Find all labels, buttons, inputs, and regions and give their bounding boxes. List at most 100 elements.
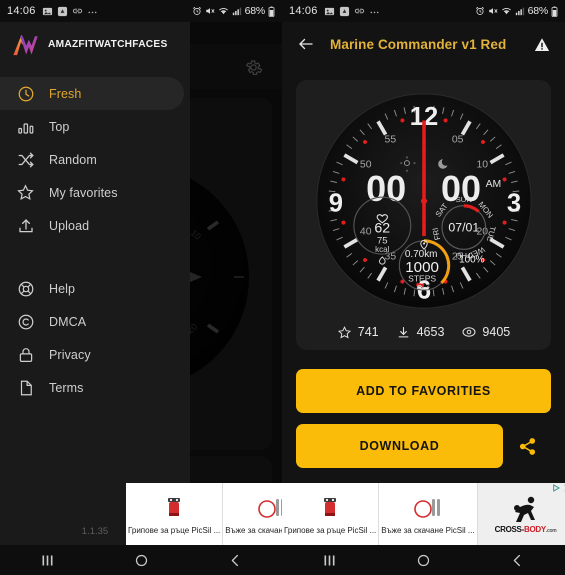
watch-face-preview[interactable]: 12 3 6 9 05 10 20 25 35 40 50 55 00 00 A… [296,92,551,310]
sidebar-item-help[interactable]: Help [0,272,184,305]
sidebar-item-my-favorites[interactable]: My favorites [0,176,184,209]
watchface-preview-card: 12 3 6 9 05 10 20 25 35 40 50 55 00 00 A… [296,80,551,350]
ad-item[interactable]: Грипове за ръце PicSil ... [282,483,380,545]
battery-percent: 100% [459,255,485,266]
drawer-menu-primary: Fresh Top Random My favorites Upload [0,67,190,242]
status-right-icons: 68% [475,5,558,17]
ad-text: Въже за скачане PicSil ... [381,525,475,535]
sidebar-item-terms[interactable]: Terms [0,371,184,404]
sidebar-item-privacy[interactable]: Privacy [0,338,184,371]
sidebar-label-privacy: Privacy [49,347,91,362]
recents-icon[interactable] [40,553,55,568]
adchoices-icon [552,484,560,492]
rope-art-icon [257,494,282,524]
wifi-icon [218,6,229,16]
star-icon [337,324,353,340]
steps-label: STEPS [408,274,436,284]
menu-divider-gap [0,242,190,262]
hour-numeral-9: 9 [328,189,342,217]
heart-bpm: 62 [374,220,390,236]
arrow-left-icon[interactable] [296,35,316,55]
status-left-icons [324,6,380,17]
status-left-icons [42,6,98,17]
play-store-icon [57,6,68,17]
ad-item[interactable]: Въже за скачане PicSil ... [223,483,282,545]
mute-icon [205,6,215,16]
android-nav-bar-left [0,545,282,575]
clock-icon [16,84,35,103]
signal-icon [515,6,525,16]
sidebar-label-dmca: DMCA [49,314,87,329]
status-battery-text: 68% [244,5,266,17]
upload-icon [16,216,35,235]
ad-banner-right[interactable]: Грипове за ръце PicSil ... Въже за скача… [282,483,565,545]
home-icon[interactable] [134,553,149,568]
sidebar-item-fresh[interactable]: Fresh [0,77,184,110]
left-phone-screen: 14:06 68% AMAZFITWATCHFACES Fresh Top Ra… [0,0,282,575]
minute-numeral-40: 40 [359,227,371,238]
sidebar-item-top[interactable]: Top [0,110,184,143]
ad-item[interactable]: Въже за скачане PicSil ... [379,483,478,545]
recents-icon[interactable] [322,553,337,568]
stat-favorites-value: 741 [357,325,379,339]
mute-icon [488,6,498,16]
link-icon [72,7,83,15]
ad-brand-name: CROSS-BODY.com [494,524,557,534]
digital-ampm: AM [485,179,501,190]
warning-triangle-icon[interactable] [533,36,551,54]
stat-views-value: 9405 [482,325,511,339]
image-icon [42,6,53,17]
drawer-header: AMAZFITWATCHFACES [0,22,190,67]
download-button[interactable]: DOWNLOAD [296,424,503,468]
download-row: DOWNLOAD [296,424,551,468]
minute-numeral-05: 05 [451,135,463,146]
status-bar-left: 14:06 68% [0,0,282,22]
share-button[interactable] [503,437,551,456]
ad-banner-left[interactable]: Грипове за ръце PicSil ... Въже за скача… [126,483,282,545]
sidebar-label-my-favorites: My favorites [49,185,118,200]
watchface-stats: 741 4653 9405 [296,324,551,340]
ad-text: Грипове за ръце PicSil ... [284,525,377,535]
battery-icon [551,6,558,17]
status-battery-text: 68% [527,5,549,17]
rope-art-icon [413,494,443,524]
status-time: 14:06 [7,5,36,17]
hand-hub [420,197,427,205]
eye-icon [461,324,477,340]
home-icon[interactable] [416,553,431,568]
image-icon [324,6,335,17]
lifebuoy-icon [16,279,35,298]
sidebar-label-fresh: Fresh [49,86,82,101]
back-icon[interactable] [510,553,525,568]
shuffle-icon [16,150,35,169]
ad-brand-cell[interactable]: CROSS-BODY.com [477,483,565,545]
ad-mark[interactable] [552,484,565,492]
back-icon[interactable] [228,553,243,568]
navigation-drawer: AMAZFITWATCHFACES Fresh Top Random My fa… [0,22,190,545]
hour-numeral-3: 3 [506,189,520,217]
stat-downloads-value: 4653 [416,325,445,339]
sidebar-item-random[interactable]: Random [0,143,184,176]
wifi-icon [501,6,512,16]
share-icon [519,437,535,455]
sidebar-item-dmca[interactable]: DMCA [0,305,184,338]
ad-text: Грипове за ръце PicSil ... [128,525,221,535]
sidebar-label-favorites-top: Random [49,152,97,167]
watch-face-svg: 12 3 6 9 05 10 20 25 35 40 50 55 00 00 A… [315,93,532,309]
ad-item[interactable]: Грипове за ръце PicSil ... [126,483,224,545]
dual-screenshot: 14:06 68% AMAZFITWATCHFACES Fresh Top Ra… [0,0,565,575]
sidebar-item-upload[interactable]: Upload [0,209,184,242]
stat-views: 9405 [461,324,510,340]
download-icon [396,324,412,340]
weekday-sun: SUN [455,195,471,204]
ad-text: Въже за скачане PicSil ... [225,525,282,535]
battery-icon [268,6,275,17]
status-time: 14:06 [289,5,318,17]
lock-icon [16,345,35,364]
detail-app-bar: Marine Commander v1 Red [282,22,565,67]
add-to-favorites-button[interactable]: ADD TO FAVORITIES [296,369,551,413]
alarm-icon [475,6,485,16]
brand-title: AMAZFITWATCHFACES [48,39,168,50]
android-nav-bar-right [282,545,565,575]
sidebar-label-help: Help [49,281,76,296]
